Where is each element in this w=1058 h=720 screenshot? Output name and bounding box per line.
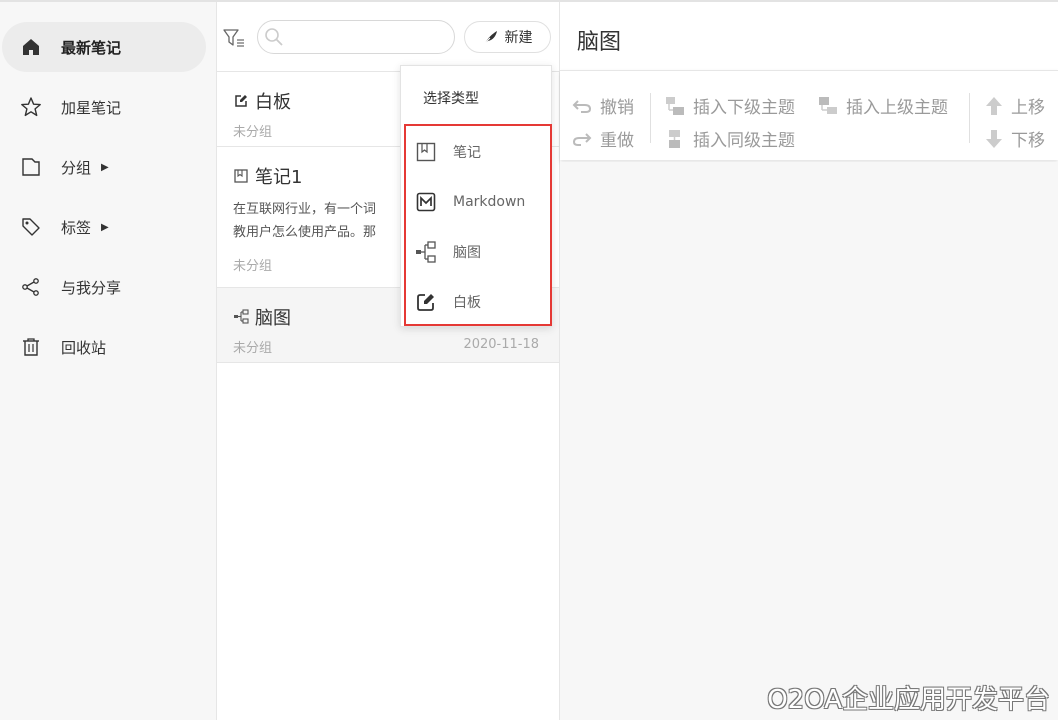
sidebar-item-label: 标签 [61, 218, 92, 237]
toolbar-divider [650, 93, 651, 143]
redo-label: 重做 [600, 131, 634, 151]
sidebar-item-label: 最新笔记 [61, 38, 122, 57]
search-icon [264, 27, 284, 51]
watermark: O2OA企业应用开发平台 [767, 685, 1050, 715]
type-option-whiteboard[interactable]: 白板 [415, 289, 545, 315]
arrow-up-icon [985, 96, 1003, 116]
folder-icon [20, 156, 42, 178]
sidebar-item-starred-notes[interactable]: 加星笔记 [2, 82, 206, 132]
insert-parent-topic-label: 插入上级主题 [846, 98, 948, 118]
new-button[interactable]: 新建 [464, 21, 551, 53]
star-icon [20, 96, 42, 118]
note-group: 未分组 [233, 259, 273, 274]
move-down-button[interactable]: 下移 [985, 126, 1045, 151]
tag-icon [20, 216, 42, 238]
sidebar-item-label: 分组 [61, 158, 92, 177]
note-title: 白板 [233, 88, 291, 114]
sidebar-item-recycle-bin[interactable]: 回收站 [2, 322, 206, 372]
dropdown-title: 选择类型 [423, 91, 479, 107]
search-box[interactable] [257, 20, 455, 54]
note-title-text: 白板 [255, 92, 291, 113]
type-option-markdown[interactable]: Markdown [415, 189, 545, 215]
select-type-dropdown: 选择类型 笔记 Markdown 脑图 白板 [400, 65, 552, 327]
editor-title: 脑图 [577, 30, 622, 55]
home-icon [20, 36, 42, 58]
insert-child-topic-icon [665, 96, 685, 116]
sidebar: 最新笔记 加星笔记 分组 ▶ 标签 ▶ 与我分享 回收站 [0, 2, 217, 720]
insert-sibling-topic-icon [665, 129, 685, 149]
redo-button[interactable]: 重做 [572, 126, 634, 151]
markdown-icon [415, 191, 437, 213]
filter-icon[interactable] [223, 28, 245, 50]
sidebar-item-groups[interactable]: 分组 ▶ [2, 142, 206, 192]
note-title: 笔记1 [233, 163, 302, 189]
caret-right-icon[interactable]: ▶ [101, 162, 109, 173]
sidebar-item-tags[interactable]: 标签 ▶ [2, 202, 206, 252]
sidebar-item-label: 回收站 [61, 338, 107, 357]
trash-icon [20, 336, 42, 358]
note-icon [415, 141, 437, 163]
move-up-label: 上移 [1011, 98, 1045, 118]
insert-sibling-topic-label: 插入同级主题 [693, 131, 795, 151]
mindmap-canvas[interactable] [560, 162, 1058, 720]
share-icon [20, 276, 42, 298]
note-group: 未分组 [233, 341, 273, 356]
type-option-label: Markdown [453, 194, 526, 210]
mindmap-icon [233, 309, 249, 325]
note-title-text: 脑图 [255, 308, 291, 329]
undo-button[interactable]: 撤销 [572, 93, 634, 118]
caret-right-icon[interactable]: ▶ [101, 222, 109, 233]
mindmap-icon [415, 241, 437, 263]
feather-pen-icon [483, 29, 499, 45]
toolbar-divider [969, 93, 970, 143]
sidebar-item-latest-notes[interactable]: 最新笔记 [2, 22, 206, 72]
note-icon [233, 168, 249, 184]
type-option-mindmap[interactable]: 脑图 [415, 239, 545, 265]
type-option-label: 白板 [453, 295, 481, 311]
sidebar-item-label: 加星笔记 [61, 98, 122, 117]
insert-parent-topic-button[interactable]: 插入上级主题 [818, 93, 948, 118]
mindmap-toolbar: 撤销 重做 插入下级主题 插入上级主题 插入同级主题 上移 下移 [560, 70, 1058, 160]
editor-panel: 脑图 撤销 重做 插入下级主题 插入上级主题 插入同级主题 上移 下移 [560, 2, 1058, 720]
whiteboard-icon [415, 291, 437, 313]
note-title-text: 笔记1 [255, 167, 303, 188]
list-toolbar: 新建 [217, 2, 559, 72]
sidebar-item-label: 与我分享 [61, 278, 122, 297]
whiteboard-icon [233, 93, 249, 109]
arrow-down-icon [985, 129, 1003, 149]
sidebar-item-shared-with-me[interactable]: 与我分享 [2, 262, 206, 312]
undo-label: 撤销 [600, 98, 634, 118]
insert-sibling-topic-button[interactable]: 插入同级主题 [665, 126, 795, 151]
insert-child-topic-label: 插入下级主题 [693, 98, 795, 118]
note-title: 脑图 [233, 304, 291, 330]
move-up-button[interactable]: 上移 [985, 93, 1045, 118]
type-option-label: 脑图 [453, 245, 481, 261]
type-option-label: 笔记 [453, 145, 481, 161]
move-down-label: 下移 [1011, 131, 1045, 151]
note-preview-line: 教用户怎么使用产品。那 [233, 225, 377, 240]
new-button-label: 新建 [504, 30, 533, 46]
note-date: 2020-11-18 [463, 337, 539, 352]
undo-icon [572, 96, 592, 116]
redo-icon [572, 129, 592, 149]
insert-child-topic-button[interactable]: 插入下级主题 [665, 93, 795, 118]
search-input[interactable] [288, 27, 448, 47]
note-group: 未分组 [233, 125, 273, 140]
note-preview-line: 在互联网行业，有一个词 [233, 202, 377, 217]
type-option-note[interactable]: 笔记 [415, 139, 545, 165]
insert-parent-topic-icon [818, 96, 838, 116]
